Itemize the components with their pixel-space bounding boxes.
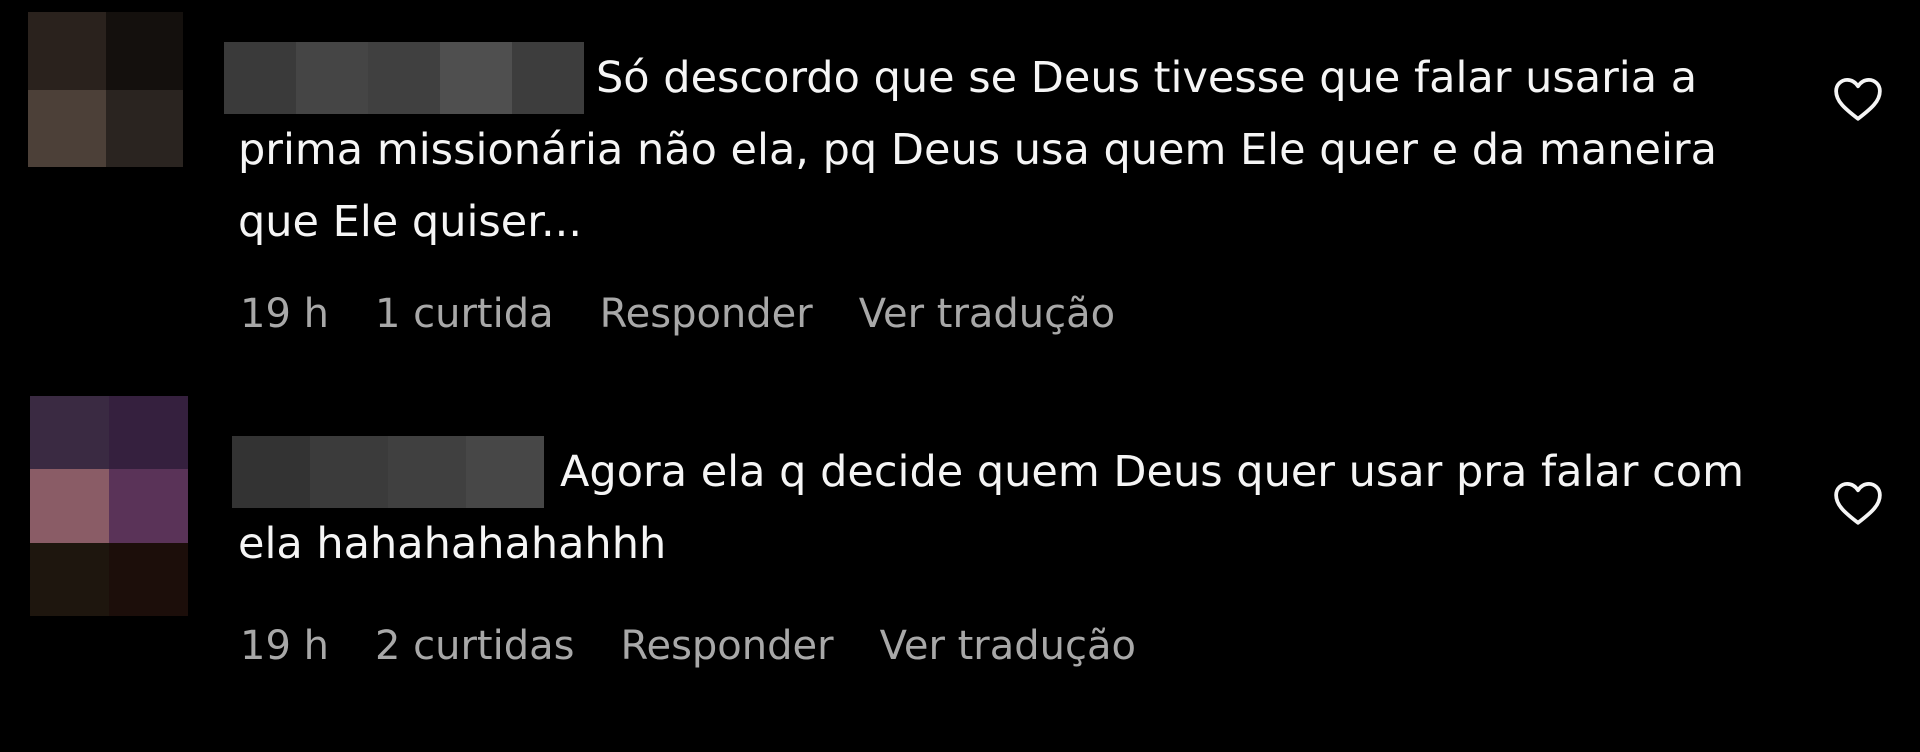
reply-button[interactable]: Responder [600,288,813,340]
avatar-pixel [105,89,183,167]
comment-text: Só descordo que se Deus tivesse que fala… [238,53,1717,247]
avatar[interactable] [30,396,188,616]
avatar-pixel [30,396,109,470]
avatar-pixel [109,469,188,543]
reply-button[interactable]: Responder [620,620,833,672]
comment-time: 19 h [240,291,329,337]
avatar-pixel [105,12,183,90]
see-translation-button[interactable]: Ver tradução [859,288,1115,340]
heart-outline-icon[interactable] [1833,480,1883,526]
like-count[interactable]: 1 curtida [375,288,554,340]
avatar-pixel [28,12,106,90]
avatar-pixel [109,396,188,470]
avatar-pixel [109,542,188,616]
avatar-pixel [28,89,106,167]
comment-time: 19 h [240,623,329,669]
avatar-pixel [30,542,109,616]
comment-meta: 19 h 1 curtida Responder Ver tradução [240,288,1115,340]
comment-item: Só descordo que se Deus tivesse que fala… [0,0,1920,360]
comment-meta: 19 h 2 curtidas Responder Ver tradução [240,620,1136,672]
like-count[interactable]: 2 curtidas [375,620,575,672]
avatar-pixel [30,469,109,543]
see-translation-button[interactable]: Ver tradução [880,620,1136,672]
comment-text: Agora ela q decide quem Deus quer usar p… [238,447,1744,569]
comment-item: Agora ela q decide quem Deus quer usar p… [0,390,1920,730]
heart-outline-icon[interactable] [1833,76,1883,122]
avatar[interactable] [28,12,183,167]
